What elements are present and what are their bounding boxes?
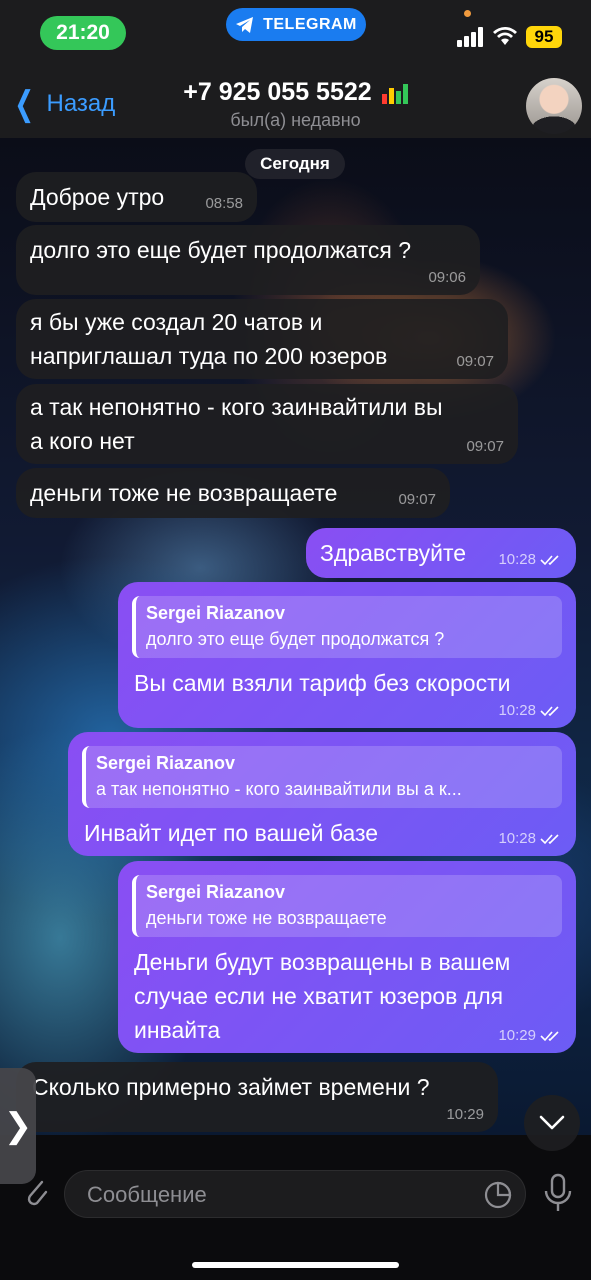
chevron-down-icon (539, 1115, 565, 1130)
read-check-icon (540, 554, 559, 565)
reply-quote[interactable]: Sergei Riazanov деньги тоже не возвращае… (132, 875, 562, 937)
message-meta: 10:28 (498, 830, 562, 847)
message-bubble[interactable]: Sergei Riazanov долго это еще будет прод… (118, 582, 576, 728)
telegram-pill-label: TELEGRAM (263, 15, 357, 33)
contact-name: +7 925 055 5522 (183, 78, 372, 106)
mic-icon[interactable] (541, 1173, 575, 1213)
sticker-icon[interactable] (483, 1180, 513, 1210)
message-text: Сколько примерно займет времени ? (32, 1074, 430, 1100)
status-time: 21:20 (40, 16, 126, 50)
message-text: деньги тоже не возвращаете (30, 480, 338, 506)
message-time: 10:29 (446, 1106, 484, 1123)
read-check-icon (540, 1030, 559, 1041)
read-check-icon (540, 833, 559, 844)
message-bubble[interactable]: я бы уже создал 20 чатов и наприглашал т… (16, 299, 508, 379)
message-time: 09:07 (466, 438, 504, 455)
side-panel-handle[interactable]: ❯ (0, 1068, 36, 1184)
reply-text: деньги тоже не возвращаете (146, 908, 387, 928)
chevron-right-icon: ❯ (3, 1107, 33, 1145)
scroll-to-bottom-button[interactable] (524, 1095, 580, 1151)
contact-status: был(а) недавно (230, 110, 361, 130)
attach-icon[interactable] (22, 1172, 50, 1212)
reply-author: Sergei Riazanov (96, 753, 236, 773)
telegram-icon (236, 16, 254, 33)
message-time: 09:07 (456, 353, 494, 370)
message-text: Деньги будут возвращены в вашем случае е… (134, 949, 511, 1043)
message-bubble[interactable]: Здравствуйте 10:28 (306, 528, 576, 578)
reply-author: Sergei Riazanov (146, 882, 286, 902)
read-check-icon (540, 705, 559, 716)
telegram-pill[interactable]: TELEGRAM (226, 8, 366, 41)
message-bubble[interactable]: а так непонятно - кого заинвайтили вы а … (16, 384, 518, 464)
message-time: 09:06 (428, 269, 466, 286)
wifi-icon (493, 27, 517, 45)
reply-text: долго это еще будет продолжатся ? (146, 629, 445, 649)
battery-indicator: 95 (526, 26, 562, 48)
message-time: 10:28 (498, 830, 536, 847)
signal-icon (457, 27, 483, 47)
message-meta: 10:28 (498, 551, 562, 568)
home-indicator (192, 1262, 399, 1268)
reply-quote[interactable]: Sergei Riazanov долго это еще будет прод… (132, 596, 562, 658)
message-input[interactable] (85, 1171, 469, 1219)
message-text: Инвайт идет по вашей базе (84, 820, 379, 846)
message-time: 10:29 (498, 1027, 536, 1044)
message-bubble[interactable]: Доброе утро 08:58 (16, 172, 257, 222)
message-bubble[interactable]: Сколько примерно займет времени ? 10:29 (16, 1062, 498, 1132)
message-time: 10:28 (498, 551, 536, 568)
reply-quote[interactable]: Sergei Riazanov а так непонятно - кого з… (82, 746, 562, 808)
message-bubble[interactable]: деньги тоже не возвращаете 09:07 (16, 468, 450, 518)
date-divider: Сегодня (245, 149, 345, 179)
message-text: Вы сами взяли тариф без скорости (134, 670, 511, 696)
message-time: 08:58 (205, 195, 243, 212)
message-text: а так непонятно - кого заинвайтили вы а … (30, 394, 443, 454)
message-bubble[interactable]: Sergei Riazanov деньги тоже не возвращае… (118, 861, 576, 1053)
reply-text: а так непонятно - кого заинвайтили вы а … (96, 779, 462, 799)
message-meta: 10:28 (498, 702, 562, 719)
reply-author: Sergei Riazanov (146, 603, 286, 623)
message-bubble[interactable]: Sergei Riazanov а так непонятно - кого з… (68, 732, 576, 856)
message-bubble[interactable]: долго это еще будет продолжатся ? 09:06 (16, 225, 480, 295)
message-text: долго это еще будет продолжатся ? (30, 237, 412, 263)
message-time: 09:07 (398, 491, 436, 508)
avatar[interactable] (526, 78, 582, 134)
message-text: я бы уже создал 20 чатов и наприглашал т… (30, 309, 388, 369)
message-composer[interactable] (64, 1170, 526, 1219)
contact-title[interactable]: +7 925 055 5522 (0, 78, 591, 107)
status-bar: 21:20 TELEGRAM 95 (0, 0, 591, 70)
message-meta: 10:29 (498, 1027, 562, 1044)
message-time: 10:28 (498, 702, 536, 719)
signal-bars-icon (381, 83, 408, 104)
privacy-indicator (464, 10, 471, 17)
